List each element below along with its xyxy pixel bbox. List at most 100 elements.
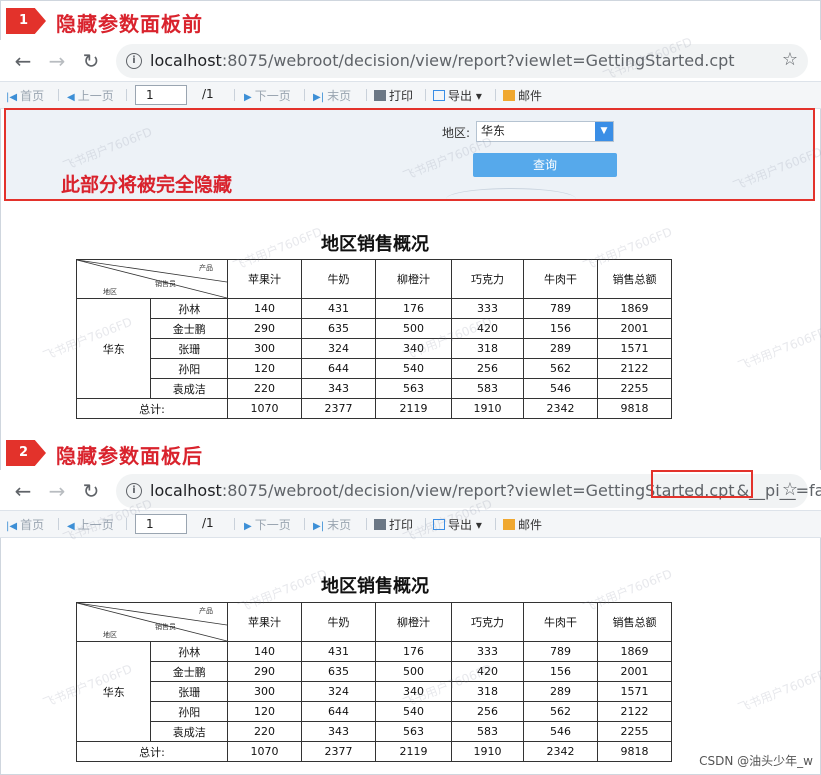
prev-page-button[interactable]: ◀ 上一页 bbox=[67, 87, 114, 104]
value-cell: 333 bbox=[451, 298, 524, 319]
value-cell: 300 bbox=[227, 338, 302, 359]
total-cell: 1910 bbox=[451, 741, 524, 762]
value-cell: 120 bbox=[227, 358, 302, 379]
total-cell: 9818 bbox=[597, 398, 672, 419]
value-cell: 789 bbox=[523, 641, 598, 662]
value-cell: 2255 bbox=[597, 721, 672, 742]
value-cell: 256 bbox=[451, 358, 524, 379]
value-cell: 562 bbox=[523, 701, 598, 722]
value-cell: 290 bbox=[227, 661, 302, 682]
value-cell: 333 bbox=[451, 641, 524, 662]
value-cell: 318 bbox=[451, 338, 524, 359]
total-cell: 2342 bbox=[523, 398, 598, 419]
toolbar-divider bbox=[366, 89, 367, 101]
step-title-2: 隐藏参数面板后 bbox=[56, 444, 203, 468]
forward-icon[interactable]: → bbox=[44, 478, 70, 504]
value-cell: 1869 bbox=[597, 641, 672, 662]
value-cell: 324 bbox=[301, 338, 376, 359]
next-page-button[interactable]: ▶ 下一页 bbox=[244, 516, 291, 533]
mail-button[interactable]: 邮件 bbox=[503, 516, 542, 533]
total-cell: 9818 bbox=[597, 741, 672, 762]
section-before: 1 隐藏参数面板前 ← → ↻ i localhost:8075/webroot… bbox=[0, 0, 821, 420]
salesperson-cell: 袁成洁 bbox=[150, 721, 228, 742]
salesperson-cell: 孙阳 bbox=[150, 358, 228, 379]
toolbar-divider bbox=[304, 518, 305, 530]
page-number-input[interactable]: 1 bbox=[135, 514, 187, 534]
last-page-icon: ▶| bbox=[313, 521, 325, 532]
next-page-button[interactable]: ▶ 下一页 bbox=[244, 87, 291, 104]
browser-bar-2: ← → ↻ i localhost:8075/webroot/decision/… bbox=[0, 470, 821, 512]
report-toolbar-2: |◀ 首页 ◀ 上一页 1 /1 ▶ 下一页 ▶| 末页 打印 导出 ▾ 邮件 bbox=[0, 510, 821, 538]
table-row: 孙阳 120 644 540 256 562 2122 bbox=[77, 701, 672, 722]
value-cell: 644 bbox=[301, 358, 376, 379]
printer-icon bbox=[374, 519, 386, 530]
column-header: 柳橙汁 bbox=[375, 259, 452, 299]
header-salesperson-label: 销售员 bbox=[155, 280, 176, 288]
reload-icon[interactable]: ↻ bbox=[78, 478, 104, 504]
page-number-input[interactable]: 1 bbox=[135, 85, 187, 105]
panel-collapse-handle[interactable] bbox=[446, 188, 576, 199]
step-badge-1: 1 bbox=[6, 8, 46, 34]
print-button[interactable]: 打印 bbox=[374, 516, 413, 533]
back-icon[interactable]: ← bbox=[10, 478, 36, 504]
value-cell: 324 bbox=[301, 681, 376, 702]
column-header: 牛肉干 bbox=[523, 602, 598, 642]
table-row: 张珊 300 324 340 318 289 1571 bbox=[77, 338, 672, 359]
prev-page-button[interactable]: ◀ 上一页 bbox=[67, 516, 114, 533]
column-header: 苹果汁 bbox=[227, 602, 302, 642]
dropdown-arrow-icon[interactable]: ▼ bbox=[595, 122, 613, 141]
value-cell: 420 bbox=[451, 318, 524, 339]
value-cell: 2122 bbox=[597, 701, 672, 722]
total-label: 总计: bbox=[76, 741, 228, 762]
report-table: 产品 销售员 地区 苹果汁 牛奶 柳橙汁 巧克力 牛肉干 销售总额 华东 孙林 … bbox=[75, 602, 672, 762]
last-page-button[interactable]: ▶| 末页 bbox=[313, 87, 351, 104]
table-row: 华东 孙林 140 431 176 333 789 1869 bbox=[75, 641, 672, 742]
toolbar-divider bbox=[126, 518, 127, 530]
reload-icon[interactable]: ↻ bbox=[78, 48, 104, 74]
value-cell: 289 bbox=[523, 338, 598, 359]
first-page-button[interactable]: |◀ 首页 bbox=[6, 516, 44, 533]
column-header: 巧克力 bbox=[451, 602, 524, 642]
address-bar[interactable]: i localhost:8075/webroot/decision/view/r… bbox=[116, 470, 821, 508]
export-button[interactable]: 导出 ▾ bbox=[433, 87, 482, 104]
address-bar[interactable]: i localhost:8075/webroot/decision/view/r… bbox=[116, 44, 808, 78]
prev-page-icon: ◀ bbox=[67, 92, 75, 103]
value-cell: 563 bbox=[375, 378, 452, 399]
watermark: 飞书用户7606FD bbox=[736, 666, 821, 716]
back-icon[interactable]: ← bbox=[10, 48, 36, 74]
value-cell: 290 bbox=[227, 318, 302, 339]
value-cell: 1571 bbox=[597, 338, 672, 359]
mail-icon bbox=[503, 90, 515, 101]
report-toolbar-1: |◀ 首页 ◀ 上一页 1 /1 ▶ 下一页 ▶| 末页 打印 导出 ▾ 邮件 bbox=[0, 81, 821, 109]
value-cell: 156 bbox=[523, 661, 598, 682]
last-page-button[interactable]: ▶| 末页 bbox=[313, 516, 351, 533]
info-icon[interactable]: i bbox=[126, 483, 142, 499]
region-select[interactable]: 华东 ▼ bbox=[476, 121, 614, 142]
header-product-label: 产品 bbox=[199, 264, 213, 272]
query-button[interactable]: 查询 bbox=[473, 153, 617, 177]
info-icon[interactable]: i bbox=[126, 53, 142, 69]
export-button[interactable]: 导出 ▾ bbox=[433, 516, 482, 533]
table-row: 袁成洁 220 343 563 583 546 2255 bbox=[77, 378, 672, 399]
value-cell: 176 bbox=[375, 641, 452, 662]
total-cell: 1070 bbox=[227, 398, 302, 419]
last-page-icon: ▶| bbox=[313, 92, 325, 103]
value-cell: 176 bbox=[375, 298, 452, 319]
first-page-button[interactable]: |◀ 首页 bbox=[6, 87, 44, 104]
bookmark-star-icon[interactable]: ☆ bbox=[782, 49, 798, 70]
header-salesperson-label: 销售员 bbox=[155, 623, 176, 631]
value-cell: 500 bbox=[375, 318, 452, 339]
mail-button[interactable]: 邮件 bbox=[503, 87, 542, 104]
toolbar-divider bbox=[304, 89, 305, 101]
column-header: 销售总额 bbox=[597, 602, 672, 642]
column-header: 销售总额 bbox=[597, 259, 672, 299]
forward-icon[interactable]: → bbox=[44, 48, 70, 74]
print-button[interactable]: 打印 bbox=[374, 87, 413, 104]
value-cell: 256 bbox=[451, 701, 524, 722]
value-cell: 500 bbox=[375, 661, 452, 682]
table-row: 张珊 300 324 340 318 289 1571 bbox=[77, 681, 672, 702]
value-cell: 546 bbox=[523, 721, 598, 742]
bookmark-star-icon[interactable]: ☆ bbox=[782, 479, 798, 500]
printer-icon bbox=[374, 90, 386, 101]
header-region-label: 地区 bbox=[103, 288, 117, 296]
